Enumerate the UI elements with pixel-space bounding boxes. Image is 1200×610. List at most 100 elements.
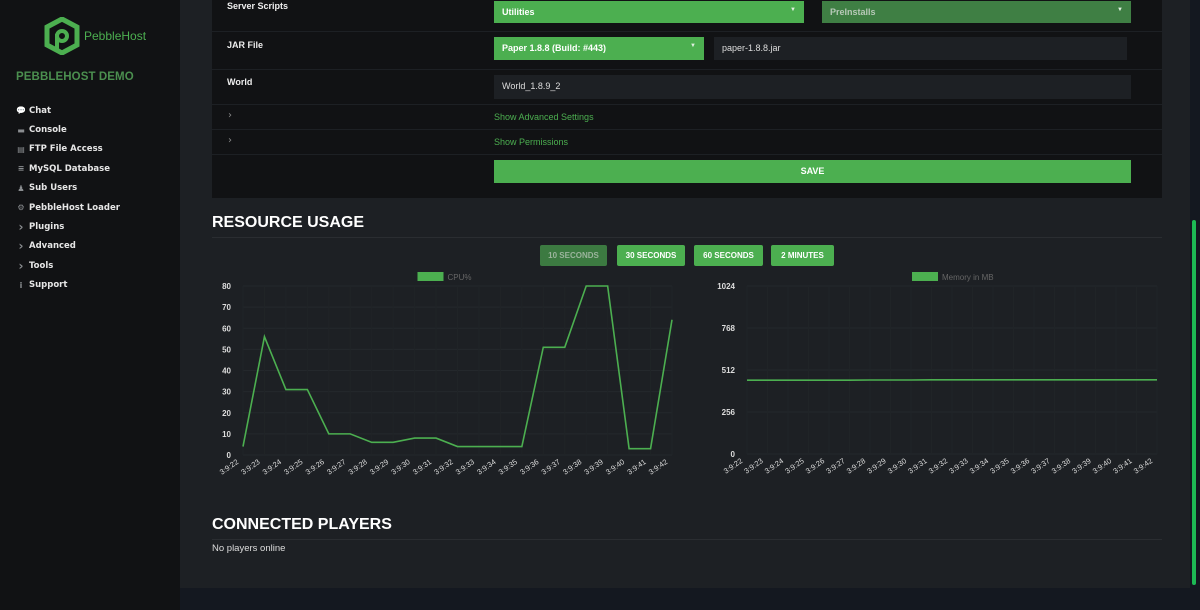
y-tick-label: 512 bbox=[722, 366, 736, 375]
sidebar-item-label: Console bbox=[29, 125, 67, 136]
range-60-seconds-button[interactable]: 60 SECONDS bbox=[694, 245, 763, 266]
x-tick-label: 3:9:29 bbox=[865, 456, 887, 475]
chevron-right-icon: › bbox=[18, 258, 24, 273]
x-tick-label: 3:9:35 bbox=[497, 457, 519, 476]
sidebar-item-support[interactable]: i Support bbox=[16, 276, 120, 295]
x-tick-label: 3:9:31 bbox=[411, 457, 433, 476]
gear-icon: ⚙ bbox=[17, 203, 25, 213]
jar-version-select[interactable]: Paper 1.8.8 (Build: #443) ▼ bbox=[494, 37, 704, 60]
y-tick-label: 10 bbox=[222, 430, 231, 439]
x-tick-label: 3:9:26 bbox=[304, 457, 326, 476]
range-2-minutes-button[interactable]: 2 MINUTES bbox=[771, 245, 834, 266]
x-tick-label: 3:9:35 bbox=[988, 456, 1010, 475]
y-tick-label: 80 bbox=[222, 282, 231, 291]
x-tick-label: 3:9:34 bbox=[475, 457, 497, 476]
x-tick-label: 3:9:24 bbox=[763, 456, 785, 475]
sidebar-item-sub-users[interactable]: ♟ Sub Users bbox=[16, 179, 120, 198]
sidebar-item-label: FTP File Access bbox=[29, 144, 103, 155]
legend-label: Memory in MB bbox=[942, 273, 994, 282]
caret-down-icon: ▼ bbox=[690, 43, 696, 49]
x-tick-label: 3:9:39 bbox=[1070, 456, 1092, 475]
console-icon: ▬ bbox=[17, 125, 25, 135]
save-button[interactable]: SAVE bbox=[494, 160, 1131, 183]
server-scripts-select-value: Utilities bbox=[502, 7, 535, 17]
resource-usage-title: RESOURCE USAGE bbox=[212, 214, 365, 231]
settings-card: Server Scripts Utilities ▼ PreInstalls ▼ J… bbox=[212, 0, 1162, 198]
preinstalls-select-value: PreInstalls bbox=[830, 7, 876, 17]
server-name: PEBBLEHOST DEMO bbox=[16, 71, 134, 83]
range-10-seconds-button[interactable]: 10 SECONDS bbox=[540, 245, 607, 266]
sidebar-item-chat[interactable]: 💬 Chat bbox=[16, 101, 120, 120]
x-tick-label: 3:9:33 bbox=[454, 457, 476, 476]
x-tick-label: 3:9:30 bbox=[389, 457, 411, 476]
y-tick-label: 40 bbox=[222, 367, 231, 376]
memory-chart: Memory in MB025651276810243:9:223:9:233:… bbox=[717, 272, 1158, 476]
show-permissions-link[interactable]: Show Permissions bbox=[494, 137, 568, 147]
x-tick-label: 3:9:28 bbox=[347, 457, 369, 476]
sidebar-item-advanced[interactable]: › Advanced bbox=[16, 237, 120, 256]
sidebar-item-tools[interactable]: › Tools bbox=[16, 256, 120, 275]
sidebar-item-label: Plugins bbox=[29, 222, 65, 233]
sidebar-item-plugins[interactable]: › Plugins bbox=[16, 217, 120, 236]
chevron-right-icon: › bbox=[18, 220, 24, 235]
legend-swatch bbox=[417, 272, 444, 281]
sidebar-item-label: Chat bbox=[29, 105, 52, 116]
pebblehost-logo-icon bbox=[44, 17, 80, 55]
y-tick-label: 1024 bbox=[717, 282, 735, 291]
server-scripts-row: Server Scripts Utilities ▼ PreInstalls ▼ bbox=[212, 0, 1162, 32]
x-tick-label: 3:9:22 bbox=[722, 456, 744, 475]
x-tick-label: 3:9:22 bbox=[218, 457, 240, 476]
no-players-text: No players online bbox=[212, 543, 286, 554]
sidebar-item-label: Tools bbox=[29, 260, 54, 271]
world-label: World bbox=[227, 77, 253, 87]
preinstalls-select[interactable]: PreInstalls ▼ bbox=[822, 1, 1131, 23]
brand-name: PebbleHost bbox=[84, 29, 147, 43]
x-tick-label: 3:9:24 bbox=[261, 457, 283, 476]
x-tick-label: 3:9:29 bbox=[368, 457, 390, 476]
y-tick-label: 0 bbox=[731, 450, 736, 459]
sidebar-item-label: MySQL Database bbox=[29, 163, 110, 174]
sidebar-item-mysql[interactable]: ≡ MySQL Database bbox=[16, 159, 120, 178]
chevron-right-icon: › bbox=[228, 110, 232, 121]
scrollbar[interactable] bbox=[1192, 220, 1196, 585]
range-30-seconds-button[interactable]: 30 SECONDS bbox=[617, 245, 685, 266]
sidebar-item-ftp[interactable]: ▤ FTP File Access bbox=[16, 140, 120, 159]
divider bbox=[212, 539, 1162, 540]
legend-label: CPU% bbox=[448, 273, 472, 282]
caret-down-icon: ▼ bbox=[1117, 7, 1123, 13]
chevron-right-icon: › bbox=[18, 239, 24, 254]
divider bbox=[212, 237, 1162, 238]
cpu-chart: CPU%010203040506070803:9:22 3:9:23 3:9:24 3… bbox=[218, 272, 673, 477]
x-tick-label: 3:9:41 bbox=[1111, 456, 1133, 475]
y-tick-label: 70 bbox=[222, 303, 231, 312]
x-tick-label: 3:9:36 bbox=[518, 457, 540, 476]
x-tick-label: 3:9:40 bbox=[1091, 456, 1113, 475]
world-input[interactable]: World_1.8.9_2 bbox=[494, 75, 1131, 99]
x-tick-label: 3:9:25 bbox=[282, 457, 304, 476]
x-tick-label: 3:9:27 bbox=[824, 456, 846, 475]
y-tick-label: 30 bbox=[222, 388, 231, 397]
jar-filename-input[interactable]: paper-1.8.8.jar bbox=[714, 37, 1127, 60]
permissions-row[interactable]: › Show Permissions bbox=[212, 130, 1162, 155]
jar-file-row: JAR File Paper 1.8.8 (Build: #443) ▼ pape… bbox=[212, 32, 1162, 70]
sidebar-item-console[interactable]: ▬ Console bbox=[16, 120, 120, 139]
brand-logo[interactable]: PebbleHost bbox=[44, 17, 146, 55]
advanced-settings-row[interactable]: › Show Advanced Settings bbox=[212, 105, 1162, 130]
sidebar-item-loader[interactable]: ⚙ PebbleHost Loader bbox=[16, 198, 120, 217]
server-scripts-select[interactable]: Utilities ▼ bbox=[494, 1, 804, 23]
world-row: World World_1.8.9_2 bbox=[212, 70, 1162, 105]
connected-players-title: CONNECTED PLAYERS bbox=[212, 516, 392, 533]
y-tick-label: 50 bbox=[222, 345, 231, 354]
user-icon: ♟ bbox=[17, 183, 25, 193]
x-tick-label: 3:9:30 bbox=[886, 456, 908, 475]
server-scripts-label: Server Scripts bbox=[227, 1, 289, 11]
jar-version-select-value: Paper 1.8.8 (Build: #443) bbox=[502, 43, 607, 53]
x-tick-label: 3:9:37 bbox=[1029, 456, 1051, 475]
y-tick-label: 60 bbox=[222, 324, 231, 333]
x-tick-label: 3:9:23 bbox=[742, 456, 764, 475]
x-tick-label: 3:9:28 bbox=[845, 456, 867, 475]
x-tick-label: 3:9:32 bbox=[432, 457, 454, 476]
x-tick-label: 3:9:26 bbox=[804, 456, 826, 475]
show-advanced-settings-link[interactable]: Show Advanced Settings bbox=[494, 112, 594, 122]
sidebar-nav: 💬 Chat ▬ Console ▤ FTP File Access ≡ MySQL D… bbox=[16, 101, 120, 295]
